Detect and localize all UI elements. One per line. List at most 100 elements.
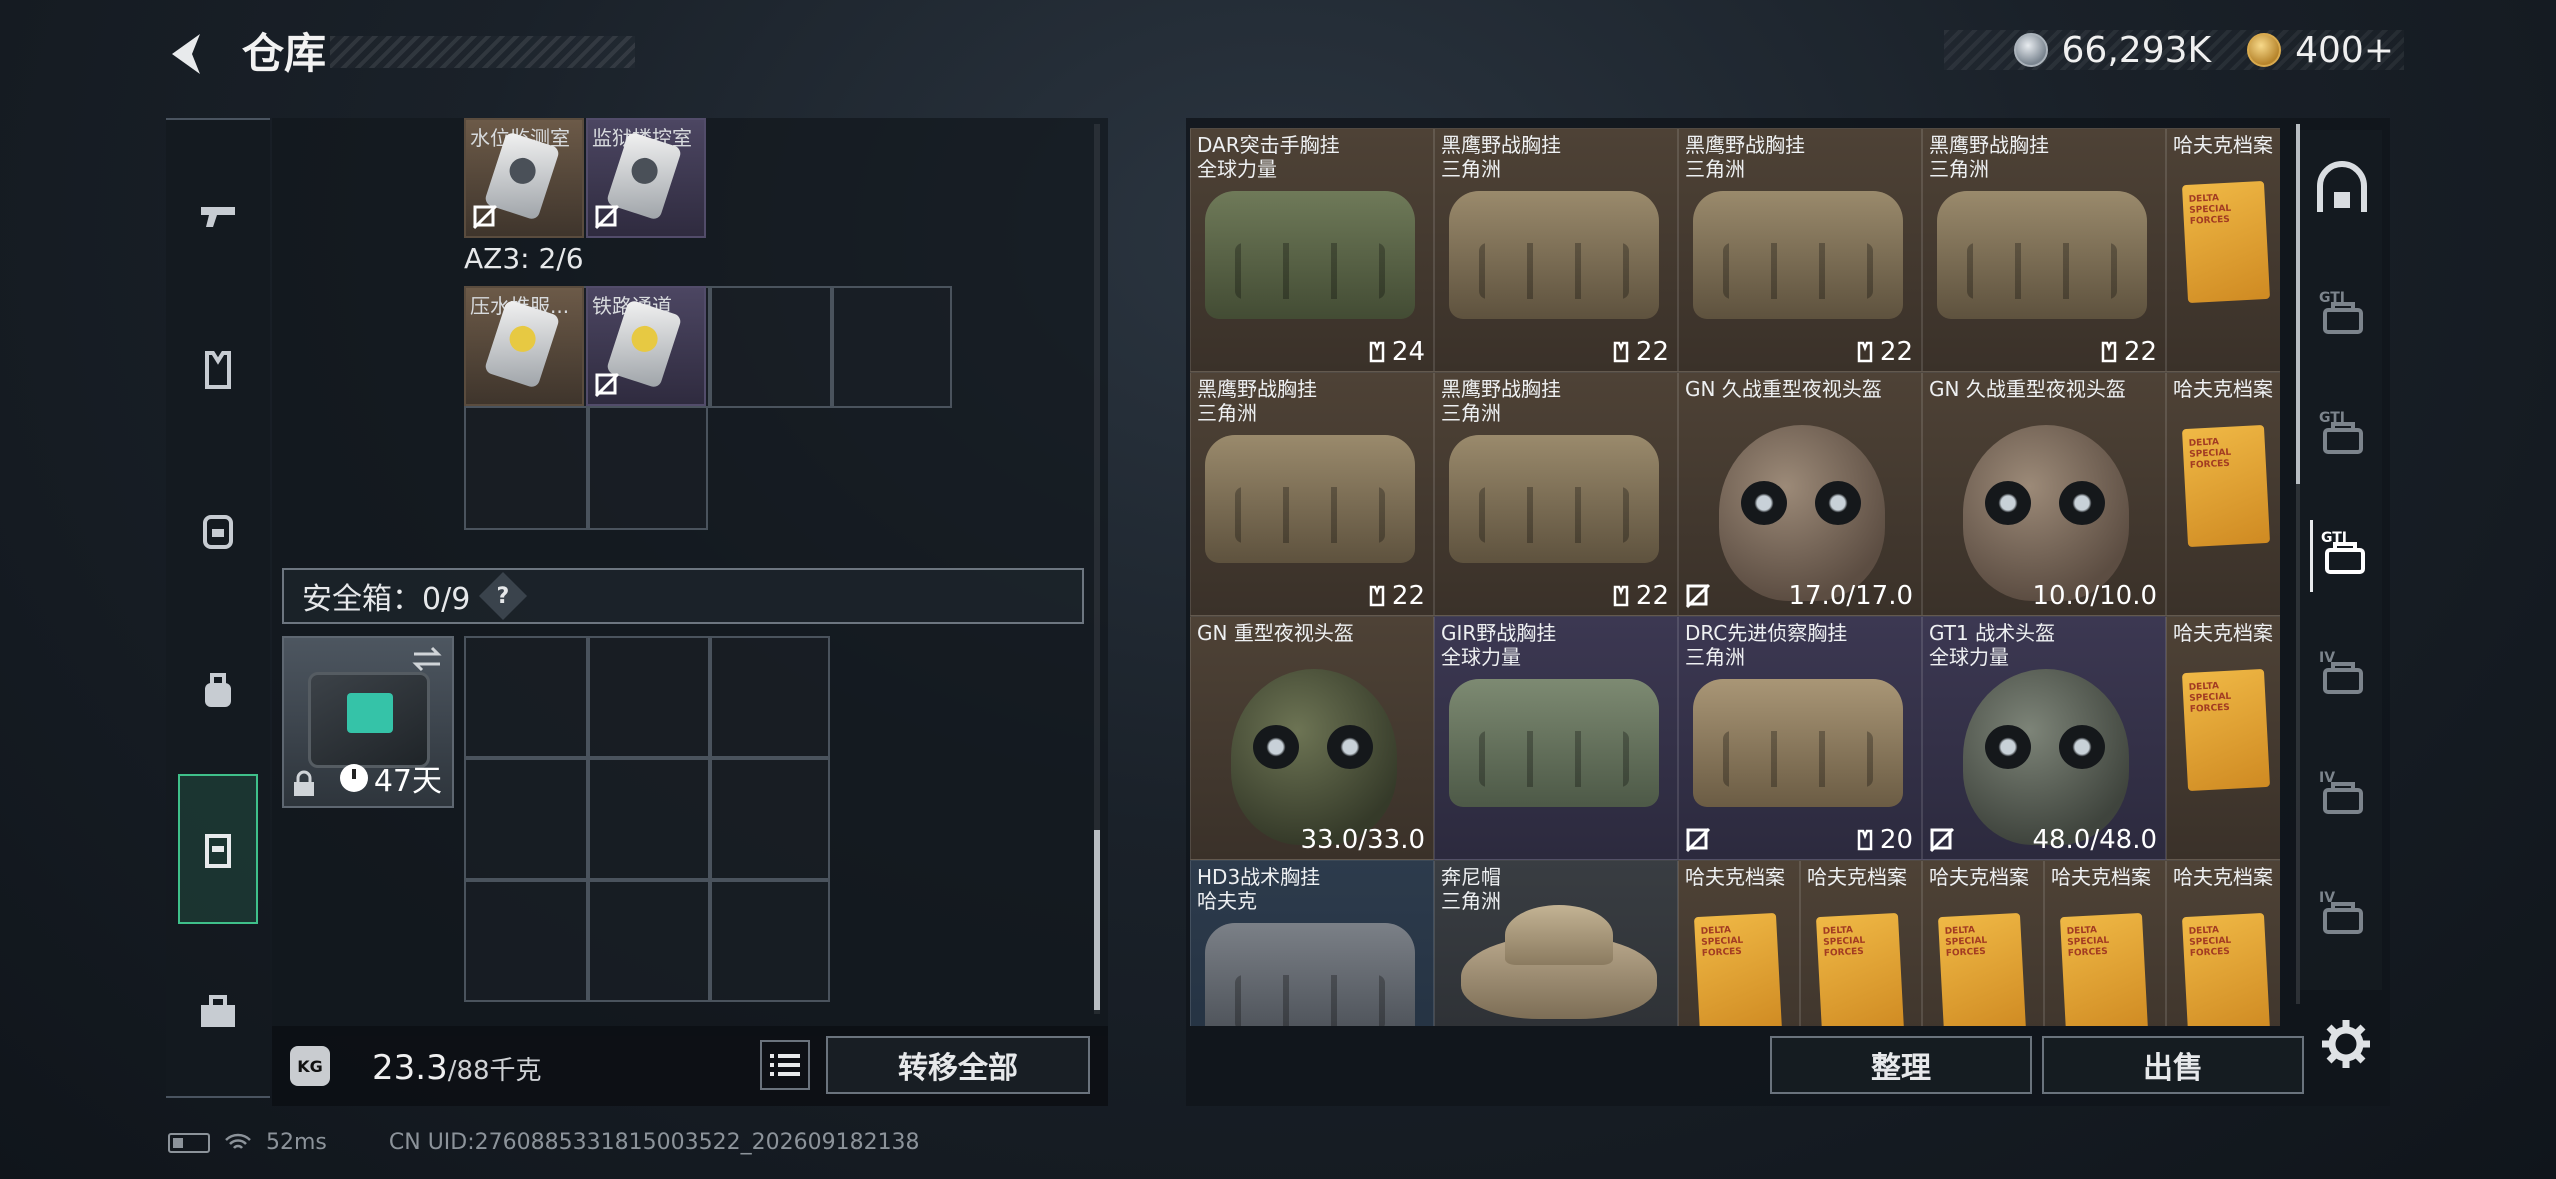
category-tab[interactable]: IV xyxy=(2310,760,2376,832)
category-label: IV xyxy=(2319,890,2335,906)
key-card-slot[interactable]: 压水堆服... xyxy=(464,286,584,406)
item-image xyxy=(2181,424,2271,548)
category-label: GTI xyxy=(2319,410,2345,426)
warehouse-item[interactable]: 哈夫克档案 xyxy=(2166,128,2280,372)
gold-amount: 400+ xyxy=(2295,29,2394,71)
safe-box-grid xyxy=(464,636,830,1002)
sell-button[interactable]: 出售 xyxy=(2042,1036,2304,1094)
sort-button[interactable]: 整理 xyxy=(1770,1036,2032,1094)
clock-icon xyxy=(339,764,368,792)
unusable-icon xyxy=(594,372,620,398)
warehouse-item[interactable]: DRC先进侦察胸挂 三角洲 20 xyxy=(1678,616,1922,860)
az3-label: AZ3: 2/6 xyxy=(464,242,584,275)
warehouse-item[interactable]: 哈夫克档案 xyxy=(2166,860,2280,1026)
durability-value: 48.0/48.0 xyxy=(2032,825,2157,855)
vest-capacity-icon xyxy=(1613,585,1629,607)
warehouse-item[interactable]: GT1 战术头盔 全球力量 48.0/48.0 xyxy=(1922,616,2166,860)
item-name: 黑鹰野战胸挂 三角洲 xyxy=(1441,377,1561,425)
category-tab[interactable]: GTI xyxy=(2310,400,2376,472)
key-card-slot[interactable]: 监狱楼控室 xyxy=(586,118,706,238)
wifi-icon xyxy=(225,1133,251,1149)
nav-weapons[interactable] xyxy=(176,172,260,256)
swap-icon[interactable] xyxy=(410,644,444,674)
category-tab[interactable]: GTI xyxy=(2310,280,2376,352)
all-items-icon[interactable] xyxy=(2312,160,2372,220)
lock-icon xyxy=(294,770,314,796)
item-name: 哈夫克档案 xyxy=(1807,865,1907,889)
category-tab[interactable]: IV xyxy=(2310,640,2376,712)
warehouse-item[interactable]: 哈夫克档案 xyxy=(1678,860,1800,1026)
iv-medical-icon: IV xyxy=(2319,650,2363,694)
item-name: GN 久战重型夜视头盔 xyxy=(1929,377,2126,401)
item-stat-value: 22 xyxy=(2123,337,2157,367)
warehouse-item[interactable]: GN 重型夜视头盔 33.0/33.0 xyxy=(1190,616,1434,860)
gear-icon[interactable] xyxy=(2318,1016,2374,1072)
item-stat-value: 17.0/17.0 xyxy=(1788,581,1913,611)
item-stat-value: 10.0/10.0 xyxy=(2032,581,2157,611)
unusable-icon xyxy=(1929,827,1955,853)
warehouse-item[interactable]: GN 久战重型夜视头盔 17.0/17.0 xyxy=(1678,372,1922,616)
item-stat: 20 xyxy=(1854,825,1913,855)
category-tab[interactable]: GTI xyxy=(2310,520,2376,592)
night-vision-icon xyxy=(1741,481,1861,525)
transfer-all-button[interactable]: 转移全部 xyxy=(826,1036,1090,1094)
unusable-icon xyxy=(472,204,498,230)
warehouse-item[interactable]: 哈夫克档案 xyxy=(1800,860,1922,1026)
warehouse-item[interactable]: 哈夫克档案 xyxy=(2044,860,2166,1026)
nav-backpack[interactable] xyxy=(176,488,260,572)
nav-safebox[interactable] xyxy=(178,774,258,924)
help-icon: ? xyxy=(496,583,510,609)
bag-icon xyxy=(205,673,231,707)
weight-max: /88千克 xyxy=(447,1056,542,1086)
divider xyxy=(464,756,830,760)
safe-box-item[interactable]: 47天 xyxy=(282,636,454,808)
nav-bag[interactable] xyxy=(176,648,260,732)
item-image xyxy=(1693,912,1783,1026)
nav-vest[interactable] xyxy=(176,328,260,412)
iv-medical-icon: IV xyxy=(2319,770,2363,814)
warehouse-item[interactable]: HD3战术胸挂 哈夫克 xyxy=(1190,860,1434,1026)
item-name: 黑鹰野战胸挂 三角洲 xyxy=(1929,133,2049,181)
warehouse-item[interactable]: 奔尼帽 三角洲 xyxy=(1434,860,1678,1026)
warehouse-item[interactable]: GN 久战重型夜视头盔 10.0/10.0 xyxy=(1922,372,2166,616)
silver-amount: 66,293K xyxy=(2061,29,2212,71)
warehouse-item[interactable]: 黑鹰野战胸挂 三角洲 22 xyxy=(1678,128,1922,372)
warehouse-item[interactable]: DAR突击手胸挂 全球力量 24 xyxy=(1190,128,1434,372)
key-card-slot[interactable]: 水位监测室 xyxy=(464,118,584,238)
key-card-slot[interactable]: 铁路通道 xyxy=(586,286,706,406)
safe-box-capacity: 安全箱：0/9 xyxy=(302,582,471,617)
vest-capacity-icon xyxy=(2101,341,2117,363)
warehouse-item[interactable]: 黑鹰野战胸挂 三角洲 22 xyxy=(1434,372,1678,616)
gti-armor-icon: GTI xyxy=(2319,290,2363,334)
item-name: GT1 战术头盔 全球力量 xyxy=(1929,621,2056,669)
category-label: IV xyxy=(2319,650,2335,666)
category-tab[interactable]: IV xyxy=(2310,880,2376,952)
item-stat: 24 xyxy=(1366,337,1425,367)
safe-box-header: 安全箱：0/9 ? xyxy=(282,568,1084,624)
warehouse-item[interactable]: GIR野战胸挂 全球力量 xyxy=(1434,616,1678,860)
left-scroll-thumb[interactable] xyxy=(1094,830,1100,1010)
nav-toolbox[interactable] xyxy=(176,970,260,1054)
warehouse-item[interactable]: 黑鹰野战胸挂 三角洲 22 xyxy=(1922,128,2166,372)
category-label: GTI xyxy=(2319,290,2345,306)
item-name: 哈夫克档案 xyxy=(2173,621,2273,645)
gold-coin-icon xyxy=(2247,33,2282,67)
warehouse-item[interactable]: 黑鹰野战胸挂 三角洲 22 xyxy=(1434,128,1678,372)
warehouse-item[interactable]: 黑鹰野战胸挂 三角洲 22 xyxy=(1190,372,1434,616)
help-button[interactable]: ? xyxy=(479,571,528,621)
gti-vehicle-icon: GTI xyxy=(2321,530,2365,574)
warehouse-item[interactable]: 哈夫克档案 xyxy=(1922,860,2044,1026)
weight-value: 23.3 xyxy=(372,1048,448,1088)
back-button[interactable] xyxy=(160,24,220,84)
right-scroll-thumb[interactable] xyxy=(2296,124,2300,484)
list-icon xyxy=(770,1054,800,1076)
warehouse-item[interactable]: 哈夫克档案 xyxy=(2166,616,2280,860)
item-stat-value: 22 xyxy=(1635,581,1669,611)
unusable-icon xyxy=(594,204,620,230)
divider xyxy=(708,286,712,408)
warehouse-item[interactable]: 哈夫克档案 xyxy=(2166,372,2280,616)
page-title: 仓库 xyxy=(242,29,327,78)
item-name: 哈夫克档案 xyxy=(1929,865,2029,889)
divider xyxy=(586,636,590,1002)
list-view-button[interactable] xyxy=(760,1040,810,1090)
